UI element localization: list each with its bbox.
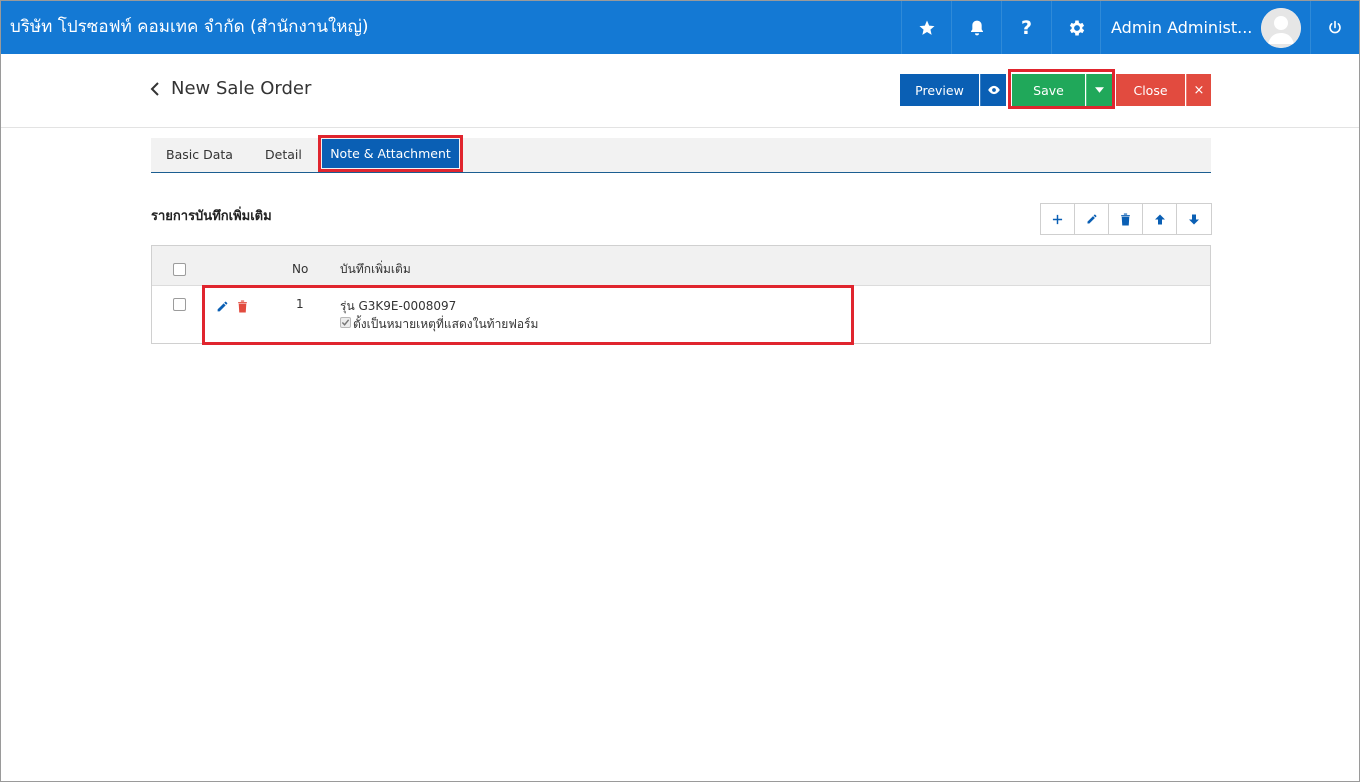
delete-note-button[interactable] bbox=[1109, 204, 1143, 234]
notifications-button[interactable] bbox=[951, 1, 1001, 54]
section-title: รายการบันทึกเพิ่มเติม bbox=[151, 209, 272, 224]
move-down-button[interactable] bbox=[1177, 204, 1211, 234]
tab-bar: Basic Data Detail Note & Attachment bbox=[151, 135, 1211, 173]
page-header: New Sale Order Preview Save Close × bbox=[1, 54, 1359, 128]
row-checkbox[interactable] bbox=[173, 298, 186, 311]
chevron-left-icon bbox=[150, 82, 159, 96]
preview-eye-button[interactable] bbox=[980, 74, 1006, 106]
settings-button[interactable] bbox=[1051, 1, 1101, 54]
save-button[interactable]: Save bbox=[1012, 74, 1085, 106]
table-header: No บันทึกเพิ่มเติม bbox=[152, 246, 1210, 286]
add-note-button[interactable] bbox=[1041, 204, 1075, 234]
tab-basic-data[interactable]: Basic Data bbox=[166, 138, 233, 172]
close-x-button[interactable]: × bbox=[1186, 74, 1211, 106]
help-button[interactable]: ? bbox=[1001, 1, 1051, 54]
edit-note-button[interactable] bbox=[1075, 204, 1109, 234]
avatar[interactable] bbox=[1261, 8, 1301, 48]
topbar-icon-group: ? bbox=[901, 1, 1101, 54]
top-bar: บริษัท โปรซอฟท์ คอมเทค จำกัด (สำนักงานให… bbox=[1, 1, 1359, 54]
tab-detail[interactable]: Detail bbox=[265, 138, 302, 172]
select-all-checkbox[interactable] bbox=[173, 263, 186, 276]
bell-icon bbox=[970, 20, 983, 35]
tab-note-attachment[interactable]: Note & Attachment bbox=[322, 139, 459, 168]
column-header-no: No bbox=[292, 262, 309, 276]
gear-icon bbox=[1069, 20, 1084, 35]
back-button[interactable] bbox=[148, 80, 164, 100]
close-button[interactable]: Close bbox=[1116, 74, 1185, 106]
trash-icon bbox=[1121, 213, 1130, 225]
favorites-button[interactable] bbox=[901, 1, 951, 54]
row-highlight-frame bbox=[202, 285, 854, 345]
arrow-down-icon bbox=[1189, 214, 1199, 224]
caret-down-icon bbox=[1095, 87, 1104, 93]
page-title: New Sale Order bbox=[171, 78, 312, 99]
eye-icon bbox=[987, 85, 1000, 95]
preview-button[interactable]: Preview bbox=[900, 74, 979, 106]
move-up-button[interactable] bbox=[1143, 204, 1177, 234]
note-toolbar bbox=[1040, 203, 1212, 235]
plus-icon bbox=[1052, 214, 1063, 224]
logout-button[interactable] bbox=[1310, 1, 1359, 54]
company-name: บริษัท โปรซอฟท์ คอมเทค จำกัด (สำนักงานให… bbox=[10, 17, 369, 37]
column-header-note: บันทึกเพิ่มเติม bbox=[340, 262, 411, 276]
power-icon bbox=[1329, 20, 1341, 34]
user-name: Admin Administ... bbox=[1111, 18, 1253, 37]
pencil-icon bbox=[1087, 214, 1096, 224]
user-menu[interactable]: Admin Administ... bbox=[1100, 1, 1310, 54]
user-silhouette-icon bbox=[1261, 8, 1301, 48]
question-icon: ? bbox=[1020, 16, 1033, 39]
star-icon bbox=[919, 20, 934, 35]
arrow-up-icon bbox=[1154, 214, 1165, 224]
save-dropdown-button[interactable] bbox=[1086, 74, 1112, 106]
close-icon: × bbox=[1193, 82, 1205, 98]
